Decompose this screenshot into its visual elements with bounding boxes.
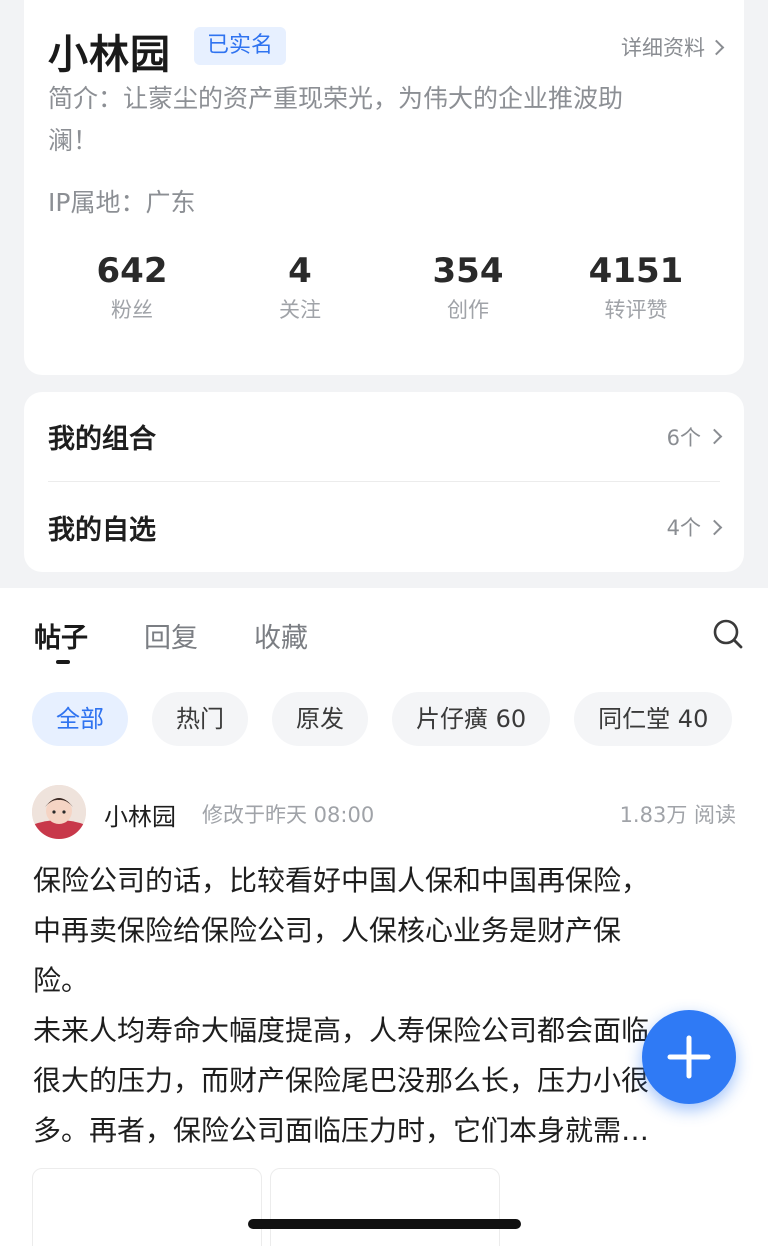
post-body[interactable]: 保险公司的话，比较看好中国人保和中国再保险， 中再卖保险给保险公司，人保核心业务… [33,856,733,1156]
stat-label: 转评赞 [604,298,668,322]
stat-value: 354 [432,251,504,291]
my-portfolios-row[interactable]: 我的组合 6个 [48,392,723,482]
post-line: 未来人均寿命大幅度提高，人寿保险公司都会面临 [33,1014,650,1047]
post-line: 保险公司的话，比较看好中国人保和中国再保险， [33,864,650,897]
row-title: 我的组合 [48,424,156,455]
chip-all[interactable]: 全部 [32,692,128,746]
bio-line: 简介：让蒙尘的资产重现荣光，为伟大的企业推波助 [48,84,624,113]
profile-stats: 642 粉丝 4 关注 354 创作 4151 转评赞 [48,250,720,324]
post-image-thumbnail[interactable] [32,1168,262,1246]
chip-original[interactable]: 原发 [272,692,368,746]
stat-followers[interactable]: 642 粉丝 [48,250,216,324]
active-tab-indicator [56,660,70,664]
stat-label: 粉丝 [111,298,153,322]
stat-value: 642 [96,251,168,291]
row-count: 6个 [666,422,723,452]
row-count-value: 6个 [666,425,701,450]
post-image-thumbnail[interactable] [270,1168,500,1246]
post-line: 中再卖保险给保险公司，人保核心业务是财产保 [33,914,622,947]
avatar-image [32,785,86,839]
post-header: 小林园 修改于昨天 08:00 1.83万 阅读 [32,785,736,841]
plus-icon [667,1035,711,1079]
chevron-right-icon [706,519,723,535]
post-line: 多。再者，保险公司面临压力时，它们本身就需… [33,1114,650,1147]
post-modified-time: 修改于昨天 08:00 [202,803,375,827]
post-line: 险。 [33,964,90,997]
row-count-value: 4个 [666,516,701,540]
bio-line: 澜！ [48,126,99,155]
feed-tabs: 帖子 回复 收藏 [34,616,308,664]
verified-badge: 已实名 [194,27,287,65]
filter-chips: 全部 热门 原发 片仔癀 60 同仁堂 40 [32,692,733,746]
stat-following[interactable]: 4 关注 [216,250,384,324]
tab-label: 帖子 [34,623,88,654]
avatar[interactable] [32,785,86,839]
post-read-count: 1.83万 阅读 [619,803,736,827]
portfolio-card: 我的组合 6个 我的自选 4个 [24,392,744,572]
post-line: 很大的压力，而财产保险尾巴没那么长，压力小很 [33,1064,650,1097]
ip-location: IP属地：广东 [48,188,196,217]
chevron-right-icon [706,428,723,445]
my-watchlist-row[interactable]: 我的自选 4个 [48,482,723,572]
home-indicator[interactable] [248,1219,521,1229]
chevron-right-icon [708,39,725,55]
stat-label: 关注 [279,298,321,322]
stat-engagement[interactable]: 4151 转评赞 [552,250,720,324]
stat-value: 4 [288,251,312,291]
tab-favorites[interactable]: 收藏 [254,616,308,655]
stat-posts[interactable]: 354 创作 [384,250,552,324]
create-post-button[interactable] [642,1010,736,1104]
profile-bio: 简介：让蒙尘的资产重现荣光，为伟大的企业推波助 澜！ [48,78,708,162]
tab-posts[interactable]: 帖子 [34,616,88,664]
feed-section: 帖子 回复 收藏 全部 热门 原发 片仔癀 60 同仁堂 40 小林园 修改于昨… [0,588,768,1246]
profile-name: 小林园 [48,32,171,78]
tab-replies[interactable]: 回复 [144,616,198,655]
row-count: 4个 [666,512,723,542]
chip-stock-pzh[interactable]: 片仔癀 60 [392,692,551,746]
chip-stock-trt[interactable]: 同仁堂 40 [574,692,733,746]
tab-label: 收藏 [254,623,308,654]
stat-label: 创作 [447,298,489,322]
row-title: 我的自选 [48,514,156,546]
detail-profile-label: 详细资料 [621,36,705,60]
chip-hot[interactable]: 热门 [152,692,248,746]
tab-label: 回复 [144,623,198,654]
stat-value: 4151 [588,251,684,291]
detail-profile-link[interactable]: 详细资料 [621,32,725,62]
profile-card: 小林园 已实名 详细资料 简介：让蒙尘的资产重现荣光，为伟大的企业推波助 澜！ … [24,0,744,375]
search-icon[interactable] [712,618,744,650]
post-author[interactable]: 小林园 [104,797,176,832]
